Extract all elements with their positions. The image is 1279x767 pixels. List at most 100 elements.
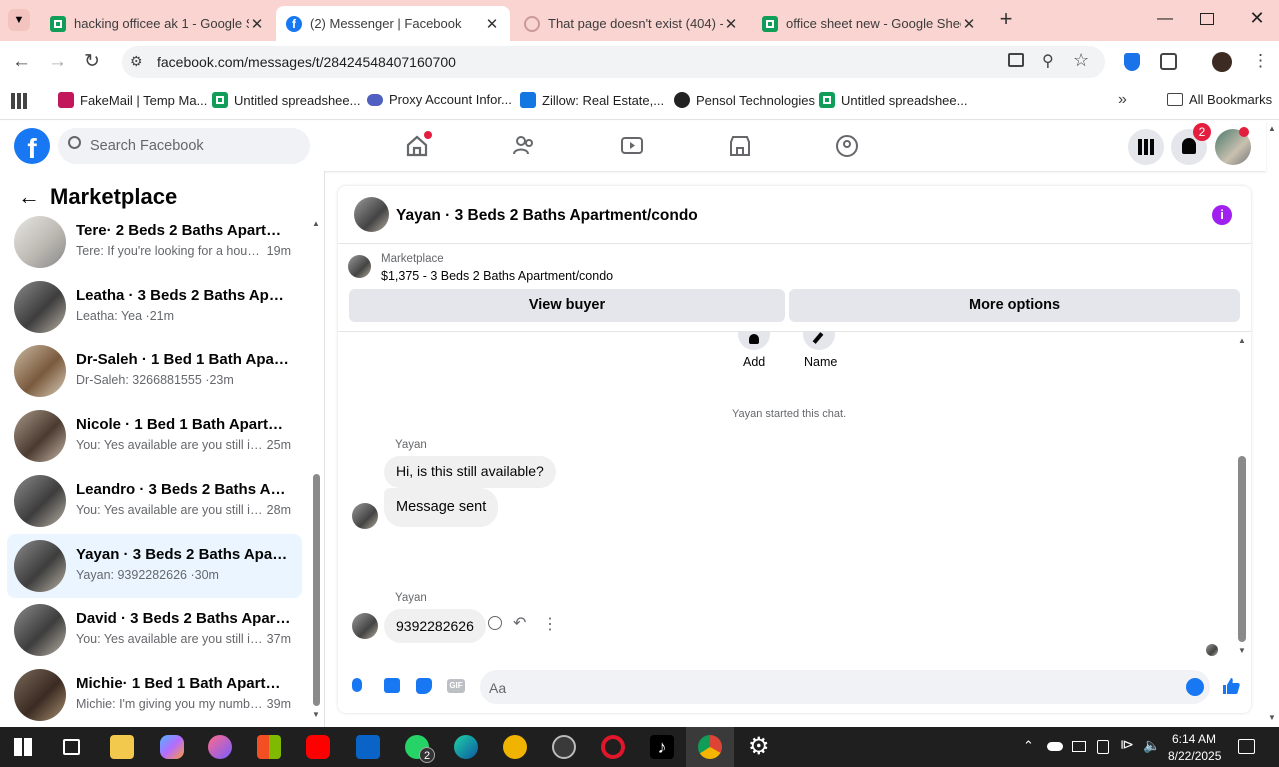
windows-start-icon[interactable] bbox=[14, 738, 32, 756]
network-icon[interactable] bbox=[1097, 740, 1109, 754]
app-chip-icon[interactable] bbox=[552, 735, 576, 759]
scroll-down-arrow[interactable]: ▼ bbox=[312, 710, 320, 719]
app-swirl-icon[interactable] bbox=[208, 735, 232, 759]
marketplace-icon[interactable] bbox=[727, 133, 755, 161]
page-scrollbar-up-arrow[interactable]: ▲ bbox=[1268, 124, 1276, 133]
notification-center-icon[interactable] bbox=[1238, 739, 1255, 754]
add-contact-button[interactable] bbox=[738, 332, 770, 350]
scroll-down-arrow[interactable]: ▼ bbox=[1238, 646, 1246, 655]
sidebar-scrollbar[interactable]: ▲ ▼ bbox=[312, 219, 320, 721]
chrome-taskbar-button[interactable] bbox=[686, 727, 734, 767]
conversation-item-michie[interactable]: Michie· 1 Bed 1 Bath Apartment/... Michi… bbox=[7, 663, 302, 727]
outlook-icon[interactable] bbox=[356, 735, 380, 759]
opera-icon[interactable] bbox=[601, 735, 625, 759]
bookmark-proxy-account[interactable]: Proxy Account Infor... bbox=[367, 92, 512, 107]
name-contact-button[interactable] bbox=[803, 332, 835, 350]
more-actions-icon[interactable]: ⋮ bbox=[542, 614, 558, 634]
scroll-thumb[interactable] bbox=[1238, 456, 1246, 642]
thumbs-up-icon[interactable] bbox=[1221, 676, 1240, 694]
bookmark-zillow[interactable]: Zillow: Real Estate,... bbox=[520, 92, 664, 108]
page-scrollbar-down-arrow[interactable]: ▼ bbox=[1268, 713, 1276, 722]
show-hidden-icons-chevron[interactable]: ⌃ bbox=[1023, 738, 1034, 754]
facebook-logo[interactable]: f bbox=[14, 128, 50, 164]
conversation-item-dr-saleh[interactable]: Dr-Saleh · 1 Bed 1 Bath Apartme... Dr-Sa… bbox=[7, 339, 302, 403]
conversation-item-tere[interactable]: Tere· 2 Beds 2 Baths Apartment/... Tere:… bbox=[7, 210, 302, 274]
tab-hacking-officee[interactable]: hacking officee ak 1 - Google S ✕ bbox=[40, 6, 275, 41]
friends-icon[interactable] bbox=[511, 133, 539, 161]
wifi-icon[interactable]: ⧐ bbox=[1120, 736, 1134, 753]
tiktok-icon[interactable]: ♪ bbox=[650, 735, 674, 759]
new-tab-button[interactable]: + bbox=[995, 8, 1017, 30]
tab-messenger-facebook[interactable]: f (2) Messenger | Facebook ✕ bbox=[276, 6, 510, 41]
medal-icon[interactable] bbox=[503, 735, 527, 759]
chat-scrollbar[interactable]: ▲ ▼ bbox=[1237, 336, 1247, 655]
bookmark-fakemail[interactable]: FakeMail | Temp Ma... bbox=[58, 92, 207, 108]
more-bookmarks-chevron-icon[interactable]: » bbox=[1118, 91, 1127, 109]
onedrive-cloud-icon[interactable] bbox=[1047, 742, 1063, 751]
notifications-button[interactable]: 2 bbox=[1171, 123, 1211, 165]
apps-grid-icon[interactable] bbox=[11, 93, 27, 109]
listing-price-title[interactable]: $1,375 - 3 Beds 2 Baths Apartment/condo bbox=[381, 269, 613, 283]
tab-office-sheet-new[interactable]: office sheet new - Google Shee ✕ bbox=[752, 6, 987, 41]
bookmark-star-icon[interactable]: ☆ bbox=[1073, 50, 1089, 71]
profile-avatar[interactable] bbox=[1212, 52, 1232, 72]
info-icon[interactable]: i bbox=[1212, 205, 1232, 225]
shield-extension-icon[interactable] bbox=[1124, 53, 1140, 71]
home-icon[interactable] bbox=[404, 131, 432, 161]
whatsapp-icon[interactable]: 2 bbox=[405, 735, 435, 763]
emoji-icon[interactable] bbox=[1186, 678, 1204, 696]
gif-icon[interactable]: GIF bbox=[447, 679, 465, 693]
all-bookmarks-folder[interactable]: All Bookmarks bbox=[1167, 92, 1272, 107]
bookmark-untitled-spreadsheet-1[interactable]: Untitled spreadshee... bbox=[212, 92, 360, 108]
menu-grid-button[interactable] bbox=[1128, 129, 1164, 165]
contact-avatar[interactable] bbox=[354, 197, 389, 232]
copilot-icon[interactable] bbox=[160, 735, 184, 759]
extensions-puzzle-icon[interactable] bbox=[1160, 53, 1177, 70]
microphone-icon[interactable] bbox=[352, 678, 362, 692]
more-options-button[interactable]: More options bbox=[789, 289, 1240, 322]
conversation-item-leatha[interactable]: Leatha · 3 Beds 2 Baths Apartm... Leatha… bbox=[7, 275, 302, 339]
groups-icon[interactable] bbox=[834, 133, 862, 161]
scroll-thumb[interactable] bbox=[313, 474, 320, 706]
conversation-item-yayan[interactable]: Yayan · 3 Beds 2 Baths Apartme... Yayan:… bbox=[7, 534, 302, 598]
react-emoji-icon[interactable] bbox=[488, 616, 502, 630]
youtube-icon[interactable] bbox=[306, 735, 330, 759]
chrome-menu-icon[interactable]: ⋮ bbox=[1252, 51, 1269, 71]
scroll-up-arrow[interactable]: ▲ bbox=[312, 219, 320, 228]
volume-icon[interactable]: 🔈 bbox=[1143, 737, 1160, 754]
search-facebook-box[interactable]: Search Facebook bbox=[58, 128, 310, 164]
clock-time[interactable]: 6:14 AM bbox=[1172, 732, 1216, 746]
reply-icon[interactable]: ↶ bbox=[513, 613, 526, 633]
message-input[interactable]: Aa bbox=[480, 670, 1210, 704]
photo-icon[interactable] bbox=[384, 678, 400, 693]
reload-icon[interactable]: ↻ bbox=[84, 50, 100, 73]
sender-avatar[interactable] bbox=[352, 613, 378, 639]
tab-page-404[interactable]: That page doesn't exist (404) - I ✕ bbox=[514, 6, 749, 41]
settings-gear-icon[interactable]: ⚙ bbox=[748, 732, 770, 761]
forward-arrow-icon[interactable]: → bbox=[48, 51, 67, 73]
sticker-icon[interactable] bbox=[416, 678, 432, 694]
file-explorer-icon[interactable] bbox=[110, 735, 134, 759]
close-icon[interactable]: ✕ bbox=[723, 15, 739, 33]
back-arrow-icon[interactable]: ← bbox=[12, 51, 31, 73]
view-buyer-button[interactable]: View buyer bbox=[349, 289, 785, 322]
message-bubble[interactable]: Message sent bbox=[384, 488, 499, 527]
clock-date[interactable]: 8/22/2025 bbox=[1168, 749, 1221, 763]
address-bar[interactable]: ⚙ facebook.com/messages/t/28424548407160… bbox=[122, 46, 1105, 78]
restore-window-button[interactable] bbox=[1200, 13, 1214, 25]
scroll-up-arrow[interactable]: ▲ bbox=[1238, 336, 1246, 345]
close-window-button[interactable]: ✕ bbox=[1244, 8, 1270, 32]
close-icon[interactable]: ✕ bbox=[484, 15, 500, 33]
minimize-window-button[interactable]: — bbox=[1150, 10, 1180, 30]
bookmark-pensol[interactable]: Pensol Technologies bbox=[674, 92, 815, 108]
zoom-icon[interactable]: ⚲ bbox=[1042, 51, 1054, 71]
microsoft-store-icon[interactable] bbox=[257, 735, 281, 759]
conversation-item-david[interactable]: David · 3 Beds 2 Baths Apartme... You: Y… bbox=[7, 598, 302, 662]
sender-avatar[interactable] bbox=[352, 503, 378, 529]
message-bubble[interactable]: 9392282626 bbox=[384, 609, 486, 643]
site-settings-icon[interactable]: ⚙ bbox=[130, 53, 143, 70]
conversation-item-nicole[interactable]: Nicole · 1 Bed 1 Bath Apartment... You: … bbox=[7, 404, 302, 468]
message-bubble[interactable]: Hi, is this still available? bbox=[384, 456, 556, 488]
install-app-icon[interactable] bbox=[1008, 53, 1024, 67]
account-avatar[interactable] bbox=[1215, 127, 1251, 165]
